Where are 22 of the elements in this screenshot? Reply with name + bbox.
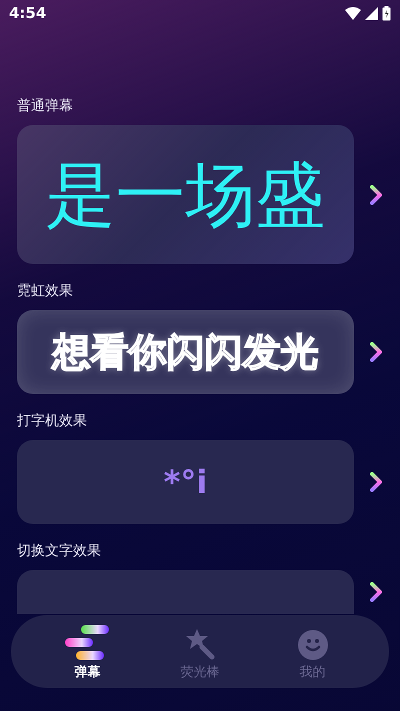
battery-icon [382,6,391,20]
sample-text: 是一场盛 [46,160,326,230]
sample-text: *°i [164,466,208,498]
smiley-icon [298,630,328,660]
wifi-icon [345,6,361,20]
chevron-right-icon[interactable] [369,342,383,362]
chevron-right-icon[interactable] [369,582,383,602]
chevron-right-icon[interactable] [369,184,383,204]
effect-card[interactable]: 是一场盛 [17,125,354,264]
section-title: 霓虹效果 [17,282,74,301]
section-title: 打字机效果 [17,412,88,431]
colorful-bars-icon [65,624,110,660]
section-title: 普通弹幕 [17,97,74,116]
sample-text: 想看你闪闪发光 [52,333,318,371]
star-wand-icon [184,628,215,660]
chevron-right-icon[interactable] [369,472,383,492]
effect-card[interactable]: 想看你闪闪发光 [17,310,354,394]
nav-tab[interactable]: 弹幕 [47,620,128,682]
status-time: 4:54 [9,2,46,24]
effect-card[interactable]: *°i [17,440,354,524]
signal-icon [365,6,378,20]
section-title: 切换文字效果 [17,542,102,561]
